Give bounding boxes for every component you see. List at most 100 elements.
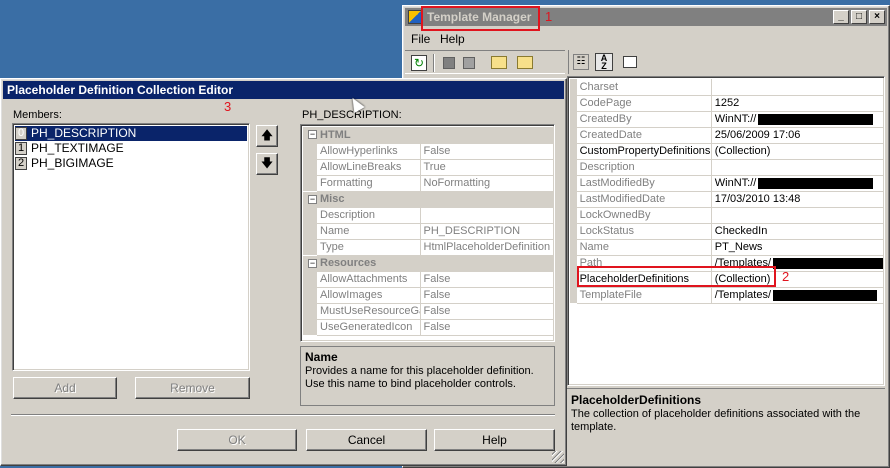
- move-down-button[interactable]: 🡇: [256, 153, 278, 175]
- property-value[interactable]: /Templates/: [711, 287, 884, 304]
- template-description-text: The collection of placeholder definition…: [571, 408, 861, 433]
- category-cell: − Misc: [303, 191, 554, 208]
- property-value[interactable]: 17/03/2010 13:48: [711, 191, 884, 208]
- resize-grip-icon[interactable]: [552, 451, 564, 463]
- add-button[interactable]: Add: [13, 377, 117, 399]
- property-category[interactable]: − Misc: [303, 191, 554, 208]
- collection-editor-titlebar[interactable]: Placeholder Definition Collection Editor: [3, 81, 564, 99]
- template-property-row[interactable]: CustomPropertyDefinitions (Collection): [570, 143, 884, 160]
- collapse-icon[interactable]: −: [308, 258, 317, 268]
- property-value[interactable]: PH_DESCRIPTION: [420, 223, 554, 240]
- member-item[interactable]: 2 PH_BIGIMAGE: [15, 156, 247, 171]
- placeholder-property-row[interactable]: Type HtmlPlaceholderDefinition: [303, 239, 554, 256]
- collapse-icon[interactable]: −: [308, 194, 317, 204]
- property-value[interactable]: False: [420, 287, 554, 304]
- delete-icon[interactable]: [463, 57, 475, 69]
- redacted-block: [758, 177, 874, 189]
- template-property-row[interactable]: Description: [570, 159, 884, 176]
- placeholder-property-row[interactable]: MustUseResourceGalleryFalse: [303, 303, 554, 320]
- template-property-row[interactable]: LockOwnedBy: [570, 207, 884, 224]
- menu-file[interactable]: File: [411, 32, 430, 46]
- template-property-row[interactable]: Name PT_News: [570, 239, 884, 256]
- property-value[interactable]: WinNT://: [711, 175, 884, 192]
- template-property-row[interactable]: LastModifiedBy WinNT://: [570, 175, 884, 192]
- placeholder-property-row[interactable]: Description: [303, 207, 554, 224]
- property-value[interactable]: 25/06/2009 17:06: [711, 127, 884, 144]
- categorized-icon[interactable]: ☷: [573, 54, 589, 70]
- member-name: PH_TEXTIMAGE: [31, 141, 124, 155]
- property-value[interactable]: HtmlPlaceholderDefinition: [420, 239, 554, 256]
- close-button[interactable]: ×: [869, 10, 885, 24]
- category-label: Misc: [320, 193, 345, 205]
- collapse-icon[interactable]: −: [308, 130, 317, 140]
- property-name: CustomPropertyDefinitions: [576, 143, 712, 160]
- new-template-icon[interactable]: [517, 56, 533, 69]
- menu-help[interactable]: Help: [440, 32, 465, 46]
- stop-icon[interactable]: [443, 57, 455, 69]
- cancel-button[interactable]: Cancel: [306, 429, 427, 451]
- property-value[interactable]: CheckedIn: [711, 223, 884, 240]
- property-value[interactable]: WinNT://: [711, 111, 884, 128]
- member-item[interactable]: 1 PH_TEXTIMAGE: [15, 141, 247, 156]
- placeholder-property-row[interactable]: AllowAttachments False: [303, 271, 554, 288]
- alphabetical-icon[interactable]: AZ: [595, 53, 613, 71]
- row-gutter: [570, 191, 577, 207]
- property-value[interactable]: [711, 79, 884, 96]
- placeholder-property-row[interactable]: Formatting NoFormatting: [303, 175, 554, 192]
- template-property-row[interactable]: CreatedDate 25/06/2009 17:06: [570, 127, 884, 144]
- template-property-row[interactable]: LockStatus CheckedIn: [570, 223, 884, 240]
- property-name: Name: [317, 223, 421, 240]
- property-value[interactable]: 1252: [711, 95, 884, 112]
- property-value[interactable]: False: [420, 319, 554, 336]
- members-list[interactable]: 0 PH_DESCRIPTION 1 PH_TEXTIMAGE 2 PH_BIGIMAGE: [12, 123, 250, 371]
- template-property-row[interactable]: Charset: [570, 79, 884, 96]
- menu-bar: File Help: [411, 32, 611, 48]
- property-value[interactable]: [711, 207, 884, 224]
- property-value-text: 1252: [714, 97, 740, 109]
- property-value[interactable]: [420, 207, 554, 224]
- property-value[interactable]: False: [420, 271, 554, 288]
- property-name: Name: [576, 239, 712, 256]
- property-value[interactable]: [711, 159, 884, 176]
- move-up-button[interactable]: 🡅: [256, 125, 278, 147]
- member-index: 0: [15, 127, 27, 141]
- placeholder-property-row[interactable]: AllowImages False: [303, 287, 554, 304]
- ok-button[interactable]: OK: [177, 429, 297, 451]
- property-name: Formatting: [317, 175, 421, 192]
- properties-label: PH_DESCRIPTION:: [302, 109, 402, 121]
- maximize-button[interactable]: □: [851, 10, 867, 24]
- property-name: AllowAttachments: [317, 271, 421, 288]
- row-gutter: [570, 255, 577, 271]
- template-property-row[interactable]: CreatedBy WinNT://: [570, 111, 884, 128]
- row-gutter: [570, 143, 577, 159]
- property-value-text: CheckedIn: [714, 225, 768, 237]
- placeholder-property-row[interactable]: AllowHyperlinks False: [303, 143, 554, 160]
- property-value-text: WinNT://: [714, 177, 757, 189]
- member-item[interactable]: 0 PH_DESCRIPTION: [15, 126, 247, 141]
- row-gutter: [570, 79, 577, 95]
- placeholder-property-row[interactable]: UseGeneratedIcon False: [303, 319, 554, 336]
- property-category[interactable]: − Resources: [303, 255, 554, 272]
- members-label: Members:: [13, 109, 62, 121]
- property-value[interactable]: PT_News: [711, 239, 884, 256]
- property-value[interactable]: NoFormatting: [420, 175, 554, 192]
- property-name: LastModifiedBy: [576, 175, 712, 192]
- property-pages-icon[interactable]: [623, 56, 637, 68]
- new-folder-icon[interactable]: [491, 56, 507, 69]
- property-value[interactable]: True: [420, 159, 554, 176]
- property-value[interactable]: (Collection): [711, 143, 884, 160]
- property-category[interactable]: − HTML: [303, 127, 554, 144]
- placeholder-properties-table: − HTML AllowHyperlinks False AllowLineBreaks…: [303, 127, 554, 336]
- template-property-row[interactable]: TemplateFile/Templates/: [570, 287, 884, 304]
- template-property-grid: Charset CodePage 1252 CreatedBy WinNT://Crea…: [567, 76, 885, 386]
- property-value[interactable]: False: [420, 303, 554, 320]
- help-button[interactable]: Help: [434, 429, 555, 451]
- remove-button[interactable]: Remove: [135, 377, 250, 399]
- refresh-icon[interactable]: ↻: [411, 55, 427, 71]
- placeholder-property-row[interactable]: AllowLineBreaks True: [303, 159, 554, 176]
- property-value[interactable]: False: [420, 143, 554, 160]
- template-property-row[interactable]: CodePage 1252: [570, 95, 884, 112]
- minimize-button[interactable]: _: [833, 10, 849, 24]
- template-property-row[interactable]: LastModifiedDate 17/03/2010 13:48: [570, 191, 884, 208]
- placeholder-property-row[interactable]: Name PH_DESCRIPTION: [303, 223, 554, 240]
